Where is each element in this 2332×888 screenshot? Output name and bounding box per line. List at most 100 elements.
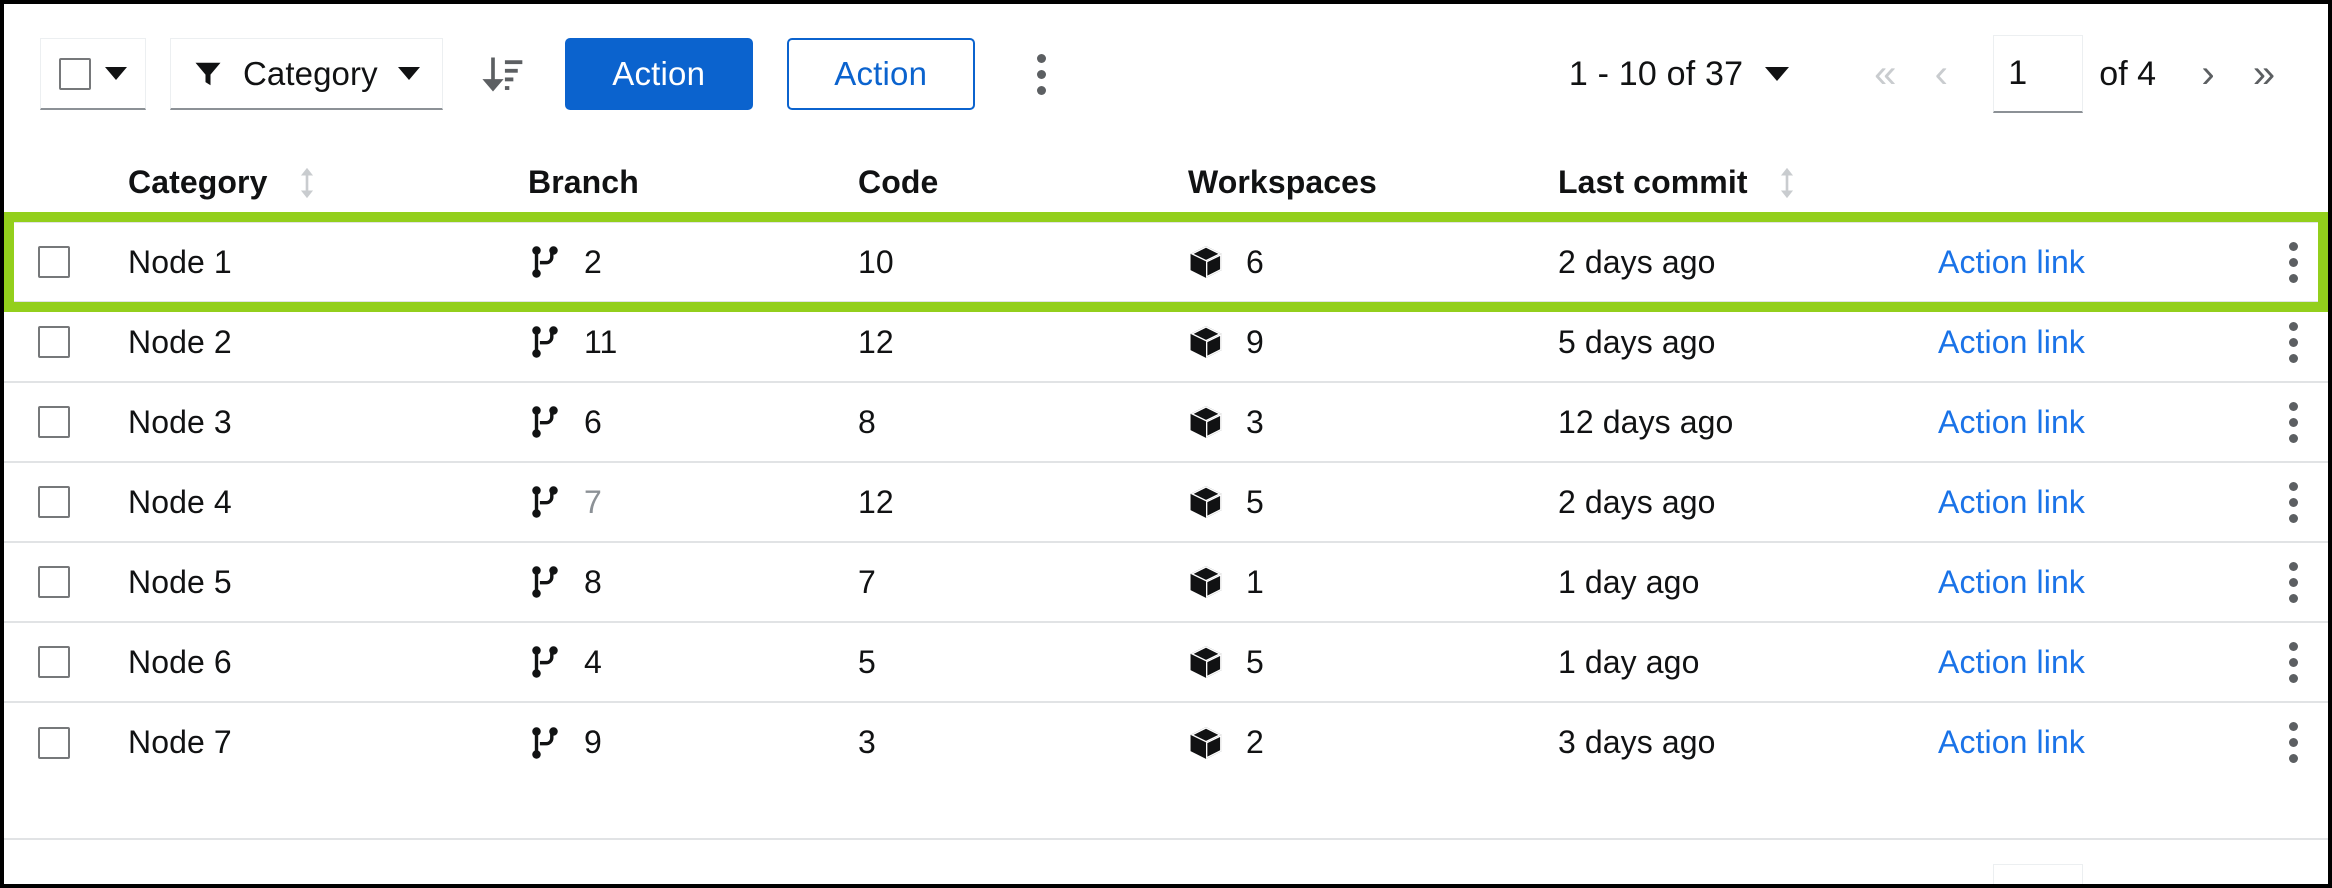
chevron-down-icon[interactable] <box>398 67 420 80</box>
checkbox-icon[interactable] <box>38 406 70 438</box>
cell-action[interactable]: Action link <box>1938 382 2238 462</box>
cell-last-commit: 2 days ago <box>1558 222 1938 302</box>
table-row[interactable]: Node 79323 days agoAction link <box>4 702 2332 782</box>
checkbox-icon[interactable] <box>38 727 70 759</box>
row-overflow-menu-button[interactable] <box>2238 232 2332 292</box>
row-select-cell[interactable] <box>4 222 128 302</box>
next-page-button[interactable]: › <box>2180 872 2236 888</box>
previous-page-button[interactable]: ‹ <box>1913 872 1969 888</box>
kebab-dot <box>1037 54 1046 63</box>
row-select-cell[interactable] <box>4 702 128 782</box>
cell-action[interactable]: Action link <box>1938 462 2238 542</box>
sort-arrows-icon[interactable] <box>294 166 320 200</box>
branch-count: 8 <box>584 564 602 601</box>
table-bottom-spacer <box>4 782 2328 838</box>
row-overflow-menu-button[interactable] <box>2238 472 2332 532</box>
cube-icon <box>1188 644 1224 680</box>
next-page-button[interactable]: › <box>2180 43 2236 105</box>
cell-last-commit: 3 days ago <box>1558 702 1938 782</box>
bulk-select-control[interactable] <box>40 38 146 110</box>
row-select-cell[interactable] <box>4 382 128 462</box>
git-branch-icon <box>528 726 562 760</box>
cell-row-menu[interactable] <box>2238 542 2332 622</box>
row-select-cell[interactable] <box>4 462 128 542</box>
cell-category: Node 3 <box>128 382 528 462</box>
category-filter-label: Category <box>243 55 378 93</box>
table-row[interactable]: Node 368312 days agoAction link <box>4 382 2332 462</box>
page-number-input[interactable] <box>1993 864 2083 888</box>
first-page-button[interactable]: « <box>1857 43 1913 105</box>
checkbox-icon[interactable] <box>38 246 70 278</box>
cell-branch: 7 <box>528 462 858 542</box>
checkbox-icon[interactable] <box>38 486 70 518</box>
first-page-button[interactable]: « <box>1857 872 1913 888</box>
cell-workspaces: 6 <box>1188 222 1558 302</box>
table-row[interactable]: Node 58711 day agoAction link <box>4 542 2332 622</box>
cell-action[interactable]: Action link <box>1938 622 2238 702</box>
branch-count: 7 <box>584 484 602 521</box>
pagination-bottom: 1 - 10 of 37 « ‹ of 4 › » <box>1569 864 2292 888</box>
action-link[interactable]: Action link <box>1938 324 2085 360</box>
cube-icon <box>1188 725 1224 761</box>
kebab-dot <box>2289 658 2298 667</box>
git-branch-icon <box>528 485 562 519</box>
row-overflow-menu-button[interactable] <box>2238 552 2332 612</box>
cell-code: 3 <box>858 702 1188 782</box>
action-link[interactable]: Action link <box>1938 244 2085 280</box>
table-row[interactable]: Node 64551 day agoAction link <box>4 622 2332 702</box>
previous-page-button[interactable]: ‹ <box>1913 43 1969 105</box>
cell-row-menu[interactable] <box>2238 382 2332 462</box>
pagination-range-label: 1 - 10 of 37 <box>1569 884 1743 888</box>
header-last-commit[interactable]: Last commit <box>1558 144 1938 222</box>
row-select-cell[interactable] <box>4 622 128 702</box>
cell-action[interactable]: Action link <box>1938 702 2238 782</box>
action-link[interactable]: Action link <box>1938 644 2085 680</box>
sort-descending-button[interactable] <box>473 43 535 105</box>
last-page-button[interactable]: » <box>2236 43 2292 105</box>
table-row[interactable]: Node 2111295 days agoAction link <box>4 302 2332 382</box>
row-overflow-menu-button[interactable] <box>2238 312 2332 372</box>
cell-last-commit: 5 days ago <box>1558 302 1938 382</box>
checkbox-icon[interactable] <box>38 326 70 358</box>
row-overflow-menu-button[interactable] <box>2238 392 2332 452</box>
category-filter-dropdown[interactable]: Category <box>170 38 443 110</box>
checkbox-icon[interactable] <box>38 646 70 678</box>
cell-row-menu[interactable] <box>2238 462 2332 542</box>
checkbox-icon[interactable] <box>59 58 91 90</box>
row-overflow-menu-button[interactable] <box>2238 713 2332 773</box>
table-row[interactable]: Node 471252 days agoAction link <box>4 462 2332 542</box>
cell-branch: 4 <box>528 622 858 702</box>
cell-row-menu[interactable] <box>2238 302 2332 382</box>
table-row[interactable]: Node 121062 days agoAction link <box>4 222 2332 302</box>
action-link[interactable]: Action link <box>1938 484 2085 520</box>
row-overflow-menu-button[interactable] <box>2238 632 2332 692</box>
row-select-cell[interactable] <box>4 542 128 622</box>
action-link[interactable]: Action link <box>1938 564 2085 600</box>
checkbox-icon[interactable] <box>38 566 70 598</box>
secondary-action-button[interactable]: Action <box>787 38 975 110</box>
cell-action[interactable]: Action link <box>1938 222 2238 302</box>
git-branch-icon <box>528 245 562 279</box>
cell-row-menu[interactable] <box>2238 222 2332 302</box>
chevron-down-icon[interactable] <box>1765 67 1789 81</box>
sort-arrows-icon[interactable] <box>1774 166 1800 200</box>
action-link[interactable]: Action link <box>1938 724 2085 760</box>
page-number-input[interactable] <box>1993 35 2083 113</box>
row-select-cell[interactable] <box>4 302 128 382</box>
cell-row-menu[interactable] <box>2238 622 2332 702</box>
pagination-bottom-bar: 1 - 10 of 37 « ‹ of 4 › » <box>4 838 2328 888</box>
toolbar-overflow-menu-button[interactable] <box>1015 42 1069 106</box>
last-page-button[interactable]: » <box>2236 872 2292 888</box>
cell-action[interactable]: Action link <box>1938 542 2238 622</box>
action-link[interactable]: Action link <box>1938 404 2085 440</box>
cube-icon <box>1188 404 1224 440</box>
chevron-down-icon[interactable] <box>105 67 127 80</box>
funnel-icon <box>193 59 223 89</box>
header-category[interactable]: Category <box>128 144 528 222</box>
header-row-menu <box>2238 144 2332 222</box>
sort-descending-icon <box>482 52 526 96</box>
cell-action[interactable]: Action link <box>1938 302 2238 382</box>
cell-row-menu[interactable] <box>2238 702 2332 782</box>
table-head: Category Branch Code <box>4 144 2332 222</box>
primary-action-button[interactable]: Action <box>565 38 753 110</box>
